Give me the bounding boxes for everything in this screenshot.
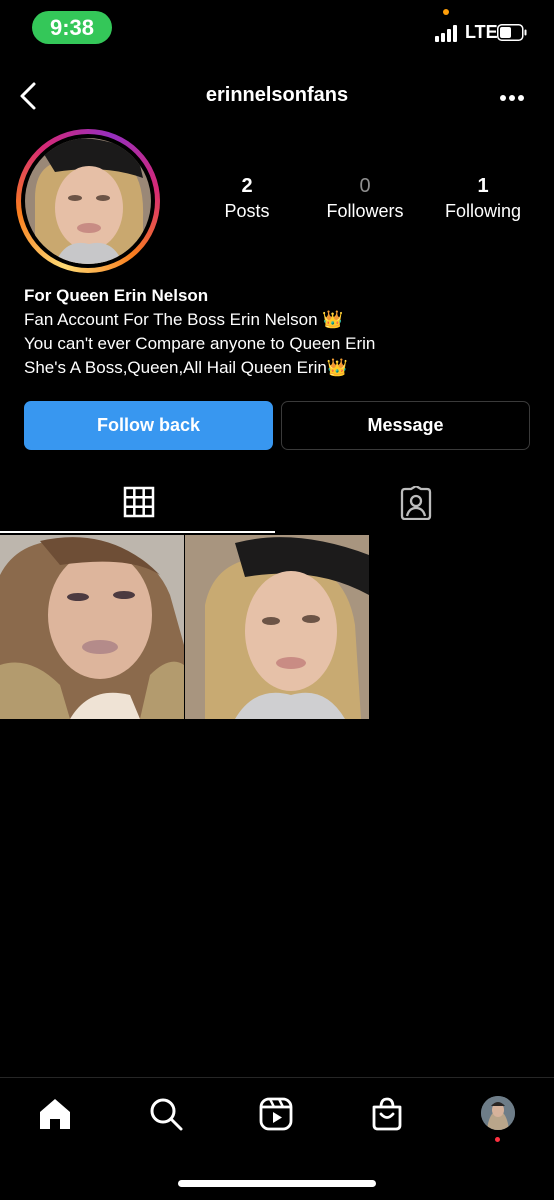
active-tab-indicator	[0, 531, 275, 533]
following-label: Following	[444, 201, 522, 221]
search-icon	[150, 1098, 183, 1131]
stat-following[interactable]: 1 Following	[423, 174, 543, 224]
signal-strength-icon	[435, 24, 461, 42]
post-thumbnail[interactable]	[0, 535, 184, 719]
bio-line: You can't ever Compare anyone to Queen E…	[24, 334, 376, 353]
tagged-person-icon	[400, 486, 431, 520]
network-type: LTE	[465, 22, 498, 42]
follow-back-button[interactable]: Follow back	[24, 401, 273, 450]
profile-bio: For Queen Erin Nelson Fan Account For Th…	[24, 284, 534, 380]
more-options-button[interactable]	[496, 84, 528, 112]
privacy-indicator-dot	[443, 9, 449, 15]
profile-username: erinnelsonfans	[205, 84, 349, 106]
bottom-nav-divider	[0, 1077, 554, 1078]
profile-photo	[25, 138, 151, 264]
reels-icon	[259, 1097, 293, 1131]
nav-shop[interactable]	[363, 1090, 411, 1138]
nav-reels[interactable]	[252, 1090, 300, 1138]
grid-icon	[123, 486, 154, 518]
bio-line: She's A Boss,Queen,All Hail Queen Erin👑	[24, 358, 348, 377]
nav-home[interactable]	[31, 1090, 79, 1138]
status-bar: 9:38 LTE	[0, 0, 554, 56]
posts-label: Posts	[224, 201, 270, 221]
post-thumbnail[interactable]	[185, 535, 369, 719]
home-icon	[40, 1099, 70, 1129]
status-time: 9:38	[32, 11, 112, 44]
following-count: 1	[477, 175, 489, 197]
stat-posts[interactable]: 2 Posts	[187, 174, 307, 224]
nav-search[interactable]	[142, 1090, 190, 1138]
profile-header: erinnelsonfans	[0, 70, 554, 124]
stat-followers[interactable]: 0 Followers	[305, 174, 425, 224]
message-button[interactable]: Message	[281, 401, 530, 450]
more-horizontal-icon	[500, 95, 524, 101]
posts-count: 2	[241, 175, 253, 197]
home-indicator	[178, 1180, 376, 1187]
followers-count: 0	[359, 175, 371, 197]
profile-avatar[interactable]	[16, 129, 160, 273]
followers-label: Followers	[326, 201, 404, 221]
nav-profile-avatar[interactable]	[481, 1096, 515, 1130]
shop-bag-icon	[372, 1097, 402, 1131]
battery-icon	[497, 24, 527, 41]
tab-tagged[interactable]	[277, 476, 554, 532]
tab-posts-grid[interactable]	[0, 476, 277, 532]
bio-line: Fan Account For The Boss Erin Nelson 👑	[24, 310, 344, 329]
bio-display-name: For Queen Erin Nelson	[24, 286, 209, 305]
notification-dot	[495, 1137, 500, 1142]
